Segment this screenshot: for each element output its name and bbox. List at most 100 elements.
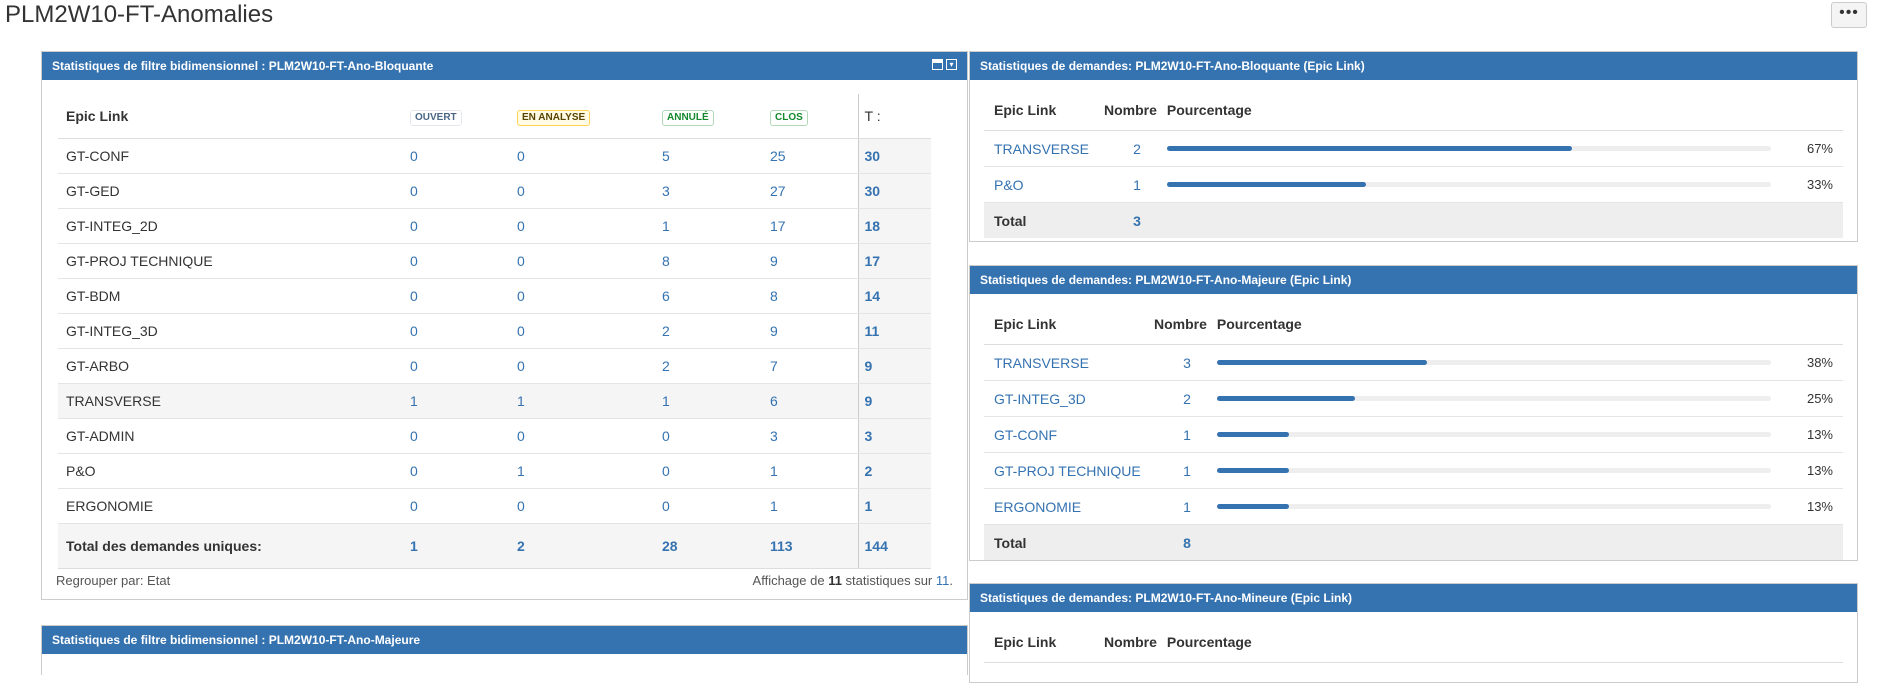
cell-count-link[interactable]: 0 (517, 313, 662, 349)
row-epic-name: GT-BDM (58, 278, 410, 314)
cell-count-link[interactable]: 7 (770, 348, 858, 384)
cell-count-link[interactable]: 9 (770, 243, 858, 279)
cell-count-link[interactable]: 1 (410, 383, 517, 419)
cell-count-link[interactable]: 2 (662, 313, 770, 349)
cell-count-link[interactable]: 1 (662, 208, 770, 244)
cell-count-link[interactable]: 8 (770, 278, 858, 314)
row-total-link[interactable]: 1 (857, 488, 931, 524)
footer-value[interactable]: 28 (662, 523, 770, 569)
cell-count-link[interactable]: 8 (662, 243, 770, 279)
cell-count-link[interactable]: 6 (770, 383, 858, 419)
cell-count-link[interactable]: 1 (517, 453, 662, 489)
maximize-icon[interactable] (932, 59, 943, 70)
epic-link[interactable]: GT-INTEG_3D (984, 380, 1144, 417)
row-total-link[interactable]: 17 (857, 243, 931, 279)
row-total-link[interactable]: 18 (857, 208, 931, 244)
cell-count-link[interactable]: 0 (410, 453, 517, 489)
cell-count-link[interactable]: 1 (662, 383, 770, 419)
row-total-link[interactable]: 3 (857, 418, 931, 454)
count-link[interactable]: 1 (1144, 416, 1207, 453)
row-total-link[interactable]: 9 (857, 348, 931, 384)
status-lozenge-ouvert[interactable]: OUVERT (410, 109, 462, 126)
row-epic-name: GT-GED (58, 173, 410, 209)
footer-value[interactable]: 113 (770, 523, 858, 569)
epic-link[interactable]: TRANSVERSE (984, 344, 1144, 381)
col-count: Nombre (1094, 622, 1157, 663)
count-link[interactable]: 3 (1144, 344, 1207, 381)
cell-count-link[interactable]: 0 (517, 173, 662, 209)
cell-count-link[interactable]: 27 (770, 173, 858, 209)
status-lozenge-en-analyse[interactable]: EN ANALYSE (517, 109, 591, 126)
epic-link[interactable]: ERGONOMIE (984, 488, 1144, 525)
cell-count-link[interactable]: 0 (517, 208, 662, 244)
status-lozenge-clos[interactable]: CLOS (770, 109, 808, 126)
cell-count-link[interactable]: 0 (410, 348, 517, 384)
percentage-value: 67% (1783, 130, 1843, 167)
count-link[interactable]: 1 (1094, 166, 1157, 203)
count-link[interactable]: 1 (1144, 488, 1207, 525)
more-actions-button[interactable]: ••• (1831, 2, 1867, 28)
col-epic-link: Epic Link (984, 304, 1144, 345)
footer-total[interactable]: 144 (857, 523, 931, 569)
status-lozenge-annule[interactable]: ANNULÉ (662, 109, 714, 126)
count-link[interactable]: 2 (1094, 130, 1157, 167)
row-total-link[interactable]: 30 (857, 138, 931, 174)
total-label: Total (984, 202, 1094, 238)
cell-count-link[interactable]: 0 (410, 243, 517, 279)
cell-count-link[interactable]: 0 (662, 453, 770, 489)
cell-count-link[interactable]: 1 (770, 453, 858, 489)
gadget-title: Statistiques de demandes: PLM2W10-FT-Ano… (980, 59, 1365, 73)
table-row: GT-PROJ TECHNIQUE 1 13% (984, 452, 1843, 489)
cell-count-link[interactable]: 0 (662, 488, 770, 524)
cell-count-link[interactable]: 0 (410, 173, 517, 209)
row-total-link[interactable]: 14 (857, 278, 931, 314)
cell-count-link[interactable]: 0 (410, 138, 517, 174)
cell-count-link[interactable]: 0 (410, 418, 517, 454)
cell-count-link[interactable]: 6 (662, 278, 770, 314)
two-dimensional-stats-gadget: Statistiques de filtre bidimensionnel : … (41, 51, 968, 600)
cell-count-link[interactable]: 2 (662, 348, 770, 384)
cell-count-link[interactable]: 17 (770, 208, 858, 244)
cell-count-link[interactable]: 0 (517, 488, 662, 524)
table-row: GT-INTEG_3D 0 0 2 9 11 (58, 313, 931, 349)
cell-count-link[interactable]: 3 (770, 418, 858, 454)
total-value[interactable]: 3 (1094, 202, 1157, 238)
footer-value[interactable]: 1 (410, 523, 517, 569)
col-total: T : (857, 94, 931, 139)
percentage-value: 33% (1783, 166, 1843, 203)
epic-link[interactable]: TRANSVERSE (984, 130, 1094, 167)
cell-count-link[interactable]: 0 (410, 313, 517, 349)
count-link[interactable]: 2 (1144, 380, 1207, 417)
cell-count-link[interactable]: 9 (770, 313, 858, 349)
cell-count-link[interactable]: 0 (517, 348, 662, 384)
cell-count-link[interactable]: 0 (662, 418, 770, 454)
cell-count-link[interactable]: 5 (662, 138, 770, 174)
epic-link[interactable]: GT-CONF (984, 416, 1144, 453)
cell-count-link[interactable]: 0 (410, 208, 517, 244)
row-total-link[interactable]: 2 (857, 453, 931, 489)
gadget-title: Statistiques de filtre bidimensionnel : … (52, 633, 421, 647)
footer-value[interactable]: 2 (517, 523, 662, 569)
cell-count-link[interactable]: 0 (517, 418, 662, 454)
cell-count-link[interactable]: 0 (517, 243, 662, 279)
chevron-down-icon[interactable]: ▾ (946, 59, 957, 70)
row-total-link[interactable]: 11 (857, 313, 931, 349)
total-label: Total (984, 524, 1144, 560)
epic-link[interactable]: P&O (984, 166, 1094, 203)
cell-count-link[interactable]: 0 (517, 278, 662, 314)
cell-count-link[interactable]: 0 (517, 138, 662, 174)
row-total-link[interactable]: 30 (857, 173, 931, 209)
total-value[interactable]: 8 (1144, 524, 1207, 560)
cell-count-link[interactable]: 0 (410, 488, 517, 524)
row-epic-name: GT-ADMIN (58, 418, 410, 454)
cell-count-link[interactable]: 1 (770, 488, 858, 524)
cell-count-link[interactable]: 3 (662, 173, 770, 209)
row-total-link[interactable]: 9 (857, 383, 931, 419)
epic-link[interactable]: GT-PROJ TECHNIQUE (984, 452, 1144, 489)
cell-count-link[interactable]: 25 (770, 138, 858, 174)
count-link[interactable]: 1 (1144, 452, 1207, 489)
table-row: GT-ADMIN 0 0 0 3 3 (58, 418, 931, 454)
gadget-header: Statistiques de demandes: PLM2W10-FT-Ano… (970, 266, 1857, 294)
cell-count-link[interactable]: 1 (517, 383, 662, 419)
cell-count-link[interactable]: 0 (410, 278, 517, 314)
